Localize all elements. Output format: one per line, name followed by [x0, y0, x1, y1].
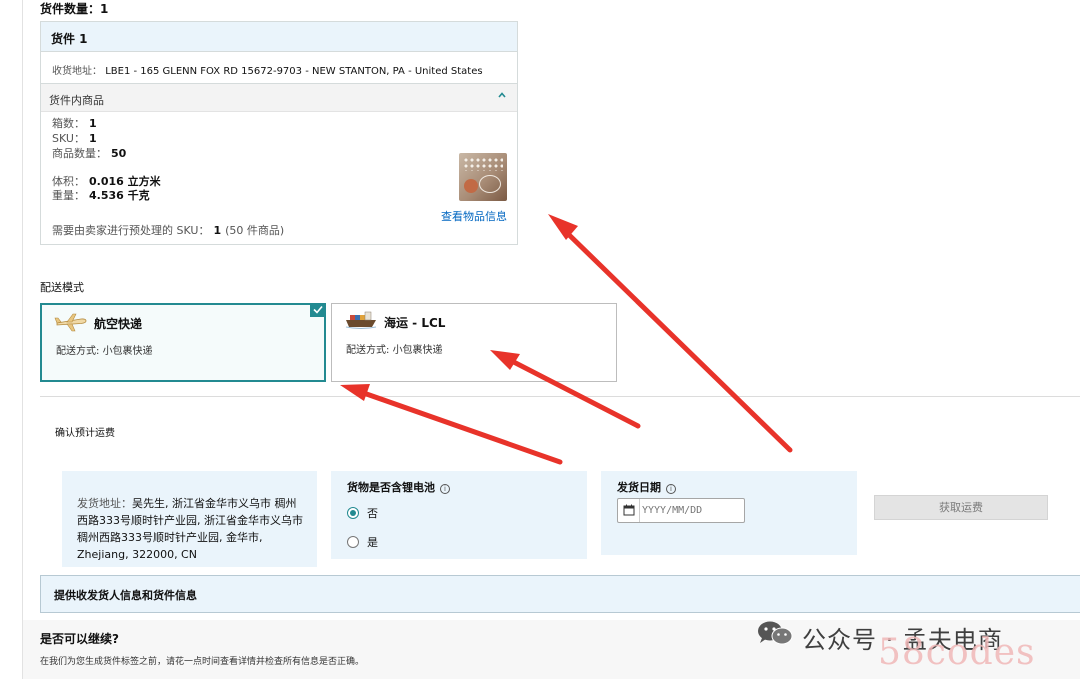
shipment-title: 货件 1 — [41, 22, 517, 52]
boxes-value: 1 — [89, 117, 97, 130]
ship-from-label: 发货地址： — [77, 497, 132, 510]
sea-option-title: 海运 - LCL — [384, 316, 446, 330]
ship-date-input[interactable] — [642, 501, 742, 520]
sea-method-label: 配送方式: — [346, 345, 390, 356]
boxes-label: 箱数： — [52, 117, 85, 130]
battery-option-yes-label: 是 — [367, 536, 378, 549]
sea-method-value: 小包裹快递 — [392, 345, 443, 356]
selected-check-icon — [310, 303, 326, 317]
ship-date-field[interactable] — [617, 498, 745, 523]
shipment-count: 货件数量：1 — [40, 2, 109, 16]
items-section-toggle[interactable]: 货件内商品 — [41, 84, 517, 112]
sku-value: 1 — [88, 132, 97, 145]
radio-selected-icon[interactable] — [347, 507, 359, 519]
continue-title: 是否可以继续? — [40, 632, 119, 646]
battery-option-yes[interactable]: 是 — [347, 534, 378, 550]
info-icon[interactable]: i — [440, 484, 450, 494]
section-divider — [40, 396, 1080, 397]
air-option-method: 配送方式: 小包裹快递 — [56, 342, 153, 357]
weight-row: 重量： 4.536 千克 — [52, 187, 150, 203]
ship-to-value: LBE1 - 165 GLENN FOX RD 15672-9703 - NEW… — [105, 66, 483, 77]
items-header-label: 货件内商品 — [49, 94, 104, 107]
ship-to-row: 收货地址： LBE1 - 165 GLENN FOX RD 15672-9703… — [41, 52, 517, 84]
product-thumbnail[interactable] — [459, 153, 507, 201]
lithium-battery-panel: 货物是否含锂电池 i 否 是 — [331, 471, 587, 559]
sea-option-method: 配送方式: 小包裹快递 — [346, 341, 443, 356]
shipping-mode-title: 配送模式 — [40, 281, 84, 294]
boxes-row: 箱数： 1 — [52, 115, 97, 131]
prep-note-prefix: 需要由卖家进行预处理的 SKU： — [52, 224, 210, 237]
get-shipping-fee-button[interactable]: 获取运费 — [874, 495, 1048, 520]
confirm-fee-title: 确认预计运费 — [55, 428, 115, 439]
ship-date-label: 发货日期 — [617, 481, 661, 494]
ship-date-question: 发货日期 i — [617, 479, 676, 495]
shipping-option-air[interactable]: 航空快递 配送方式: 小包裹快递 — [40, 303, 326, 382]
radio-unselected-icon[interactable] — [347, 536, 359, 548]
shipping-option-sea[interactable]: 海运 - LCL 配送方式: 小包裹快递 — [331, 303, 617, 382]
ship-date-panel: 发货日期 i — [601, 471, 857, 555]
battery-option-no[interactable]: 否 — [347, 505, 378, 521]
calendar-icon[interactable] — [618, 499, 640, 522]
cargo-ship-icon — [345, 311, 377, 329]
air-method-label: 配送方式: — [56, 346, 100, 357]
chevron-up-icon[interactable] — [497, 90, 507, 100]
prep-note-suffix: (50 件商品) — [225, 224, 285, 237]
shipment-card: 货件 1 收货地址： LBE1 - 165 GLENN FOX RD 15672… — [40, 21, 518, 245]
ship-to-label: 收货地址： — [52, 66, 102, 77]
units-row: 商品数量： 50 — [52, 145, 126, 161]
prep-note-count: 1 — [213, 224, 222, 237]
weight-value: 4.536 千克 — [89, 189, 150, 202]
wechat-logo-icon — [758, 621, 793, 645]
watermark-site: 58codes — [878, 632, 1036, 673]
page-left-rule — [22, 0, 23, 679]
prep-note: 需要由卖家进行预处理的 SKU： 1 (50 件商品) — [52, 222, 284, 238]
info-icon[interactable]: i — [666, 484, 676, 494]
airplane-icon — [54, 313, 87, 332]
units-value: 50 — [111, 147, 127, 160]
air-option-title: 航空快递 — [94, 317, 143, 331]
sku-row: SKU： 1 — [52, 130, 97, 146]
units-label: 商品数量： — [52, 147, 107, 160]
battery-label: 货物是否含锂电池 — [347, 481, 435, 494]
air-method-value: 小包裹快递 — [102, 346, 153, 357]
sku-label: SKU： — [52, 132, 85, 145]
weight-label: 重量： — [52, 189, 85, 202]
battery-option-no-label: 否 — [367, 507, 378, 520]
continue-description: 在我们为您生成货件标签之前，请花一点时间查看详情并检查所有信息是否正确。 — [40, 657, 365, 667]
battery-question: 货物是否含锂电池 i — [347, 479, 450, 495]
provide-shipper-info-section[interactable]: 提供收发货人信息和货件信息 — [40, 575, 1080, 613]
view-item-info-link[interactable]: 查看物品信息 — [441, 208, 507, 224]
ship-from-panel: 发货地址：吴先生, 浙江省金华市义乌市 稠州西路333号顺时针产业园, 浙江省金… — [62, 471, 317, 567]
